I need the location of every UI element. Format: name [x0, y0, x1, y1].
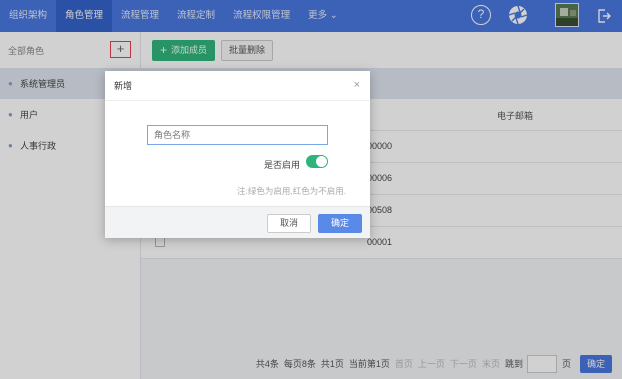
dialog-title: 新增: [114, 81, 133, 91]
enable-toggle[interactable]: [306, 155, 328, 168]
cancel-button[interactable]: 取消: [267, 214, 311, 233]
enable-label: 是否启用: [264, 160, 301, 170]
dialog-body: 角色名称 是否启用 注:绿色为启用,红色为不启用.: [105, 101, 370, 206]
dialog-footer: 取消 确定: [105, 206, 370, 238]
dialog-header: 新增 ×: [105, 71, 370, 101]
toggle-knob: [316, 156, 327, 167]
add-role-dialog: 新增 × 角色名称 是否启用 注:绿色为启用,红色为不启用. 取消 确定: [105, 71, 370, 238]
close-icon[interactable]: ×: [354, 79, 360, 91]
role-name-input[interactable]: 角色名称: [147, 125, 328, 145]
confirm-button[interactable]: 确定: [318, 214, 362, 233]
enable-hint: 注:绿色为启用,红色为不启用.: [237, 186, 347, 196]
